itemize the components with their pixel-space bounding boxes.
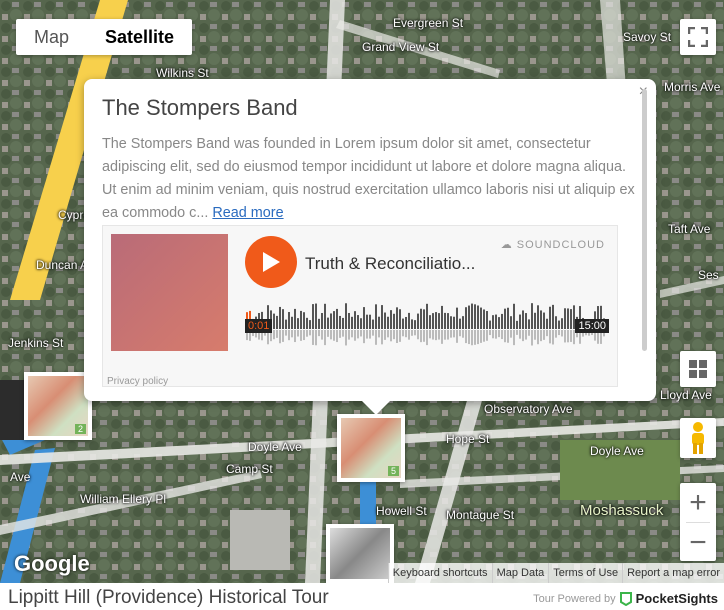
soundcloud-icon: ☁ <box>500 239 517 251</box>
street-label: Observatory Ave <box>484 402 573 416</box>
map-type-control: Map Satellite <box>16 19 193 55</box>
play-icon <box>263 252 280 272</box>
marker-thumbnail: 2 <box>28 376 88 436</box>
zoom-in-button[interactable]: + <box>680 483 716 522</box>
tour-stop-marker[interactable]: 5 <box>337 414 405 482</box>
tour-title: Lippitt Hill (Providence) Historical Tou… <box>8 587 329 608</box>
privacy-policy-link[interactable]: Privacy policy <box>107 376 168 387</box>
tour-stop-marker[interactable] <box>326 524 394 583</box>
street-label: Howell St <box>376 504 427 518</box>
fullscreen-icon <box>688 27 708 47</box>
pocketsights-logo-icon <box>619 591 632 606</box>
info-window: × The Stompers Band The Stompers Band wa… <box>84 79 656 415</box>
street-label: Savoy St <box>623 30 672 44</box>
fullscreen-button[interactable] <box>680 19 716 55</box>
street-label: Ses <box>698 268 719 282</box>
marker-thumbnail: 5 <box>341 418 401 478</box>
street-label: Ave <box>10 470 31 484</box>
popup-description: The Stompers Band was founded in Lorem i… <box>102 136 635 221</box>
map-type-map-button[interactable]: Map <box>16 19 87 55</box>
track-title: Truth & Reconciliatio... <box>305 254 476 273</box>
map-type-satellite-button[interactable]: Satellite <box>87 19 192 55</box>
street-label: Evergreen St <box>393 16 464 30</box>
map-data-link[interactable]: Map Data <box>491 563 549 583</box>
popup-title: The Stompers Band <box>102 95 298 120</box>
marker-thumbnail <box>330 528 390 579</box>
read-more-link[interactable]: Read more <box>212 205 283 221</box>
street-label: Hope St <box>446 432 490 446</box>
waveform[interactable] <box>246 301 611 351</box>
google-logo: Google <box>14 551 90 576</box>
footer-bar: Lippitt Hill (Providence) Historical Tou… <box>0 583 724 610</box>
total-time: 15:00 <box>575 319 609 333</box>
pocketsights-brand: PocketSights <box>635 591 718 606</box>
soundcloud-logo[interactable]: ☁ SOUNDCLOUD <box>501 238 605 251</box>
street-label: Montague St <box>446 508 515 522</box>
popup-scrollbar[interactable] <box>642 89 647 351</box>
street-label: Lloyd Ave <box>660 388 712 402</box>
zoom-out-button[interactable]: − <box>680 523 716 562</box>
park-label: Moshassuck <box>580 502 664 519</box>
powered-by[interactable]: Tour Powered by PocketSights <box>533 591 718 606</box>
terms-of-use-link[interactable]: Terms of Use <box>548 563 622 583</box>
street-label: Doyle Ave <box>590 444 644 458</box>
street-label: Grand View St <box>362 40 440 54</box>
pegman-icon <box>692 422 704 454</box>
street-label: William Ellery Pl <box>80 492 167 506</box>
layers-button[interactable] <box>680 351 716 387</box>
keyboard-shortcuts-link[interactable]: Keyboard shortcuts <box>387 563 492 583</box>
marker-badge: 5 <box>387 466 399 476</box>
play-button[interactable] <box>245 236 297 288</box>
street-label: Wilkins St <box>156 66 209 80</box>
current-time: 0:01 <box>245 319 273 333</box>
map-attribution: Keyboard shortcuts Map Data Terms of Use… <box>387 563 724 583</box>
street-view-pegman[interactable] <box>680 418 716 458</box>
track-artwork <box>111 234 228 351</box>
street-label: Jenkins St <box>8 336 64 350</box>
street-label: Camp St <box>226 462 273 476</box>
map-canvas[interactable]: Evergreen St Grand View St Savoy St Wilk… <box>0 0 724 583</box>
street-label: Doyle Ave <box>248 440 302 454</box>
marker-badge: 2 <box>74 424 86 434</box>
tour-stop-marker[interactable]: 2 <box>24 372 92 440</box>
soundcloud-player: Truth & Reconciliatio... ☁ SOUNDCLOUD 0:… <box>102 225 618 387</box>
zoom-control: + − <box>680 483 716 561</box>
report-map-error-link[interactable]: Report a map error <box>622 563 724 583</box>
street-label: Taft Ave <box>668 222 711 236</box>
grid-icon <box>689 360 707 378</box>
street-label: Morris Ave <box>664 80 721 94</box>
